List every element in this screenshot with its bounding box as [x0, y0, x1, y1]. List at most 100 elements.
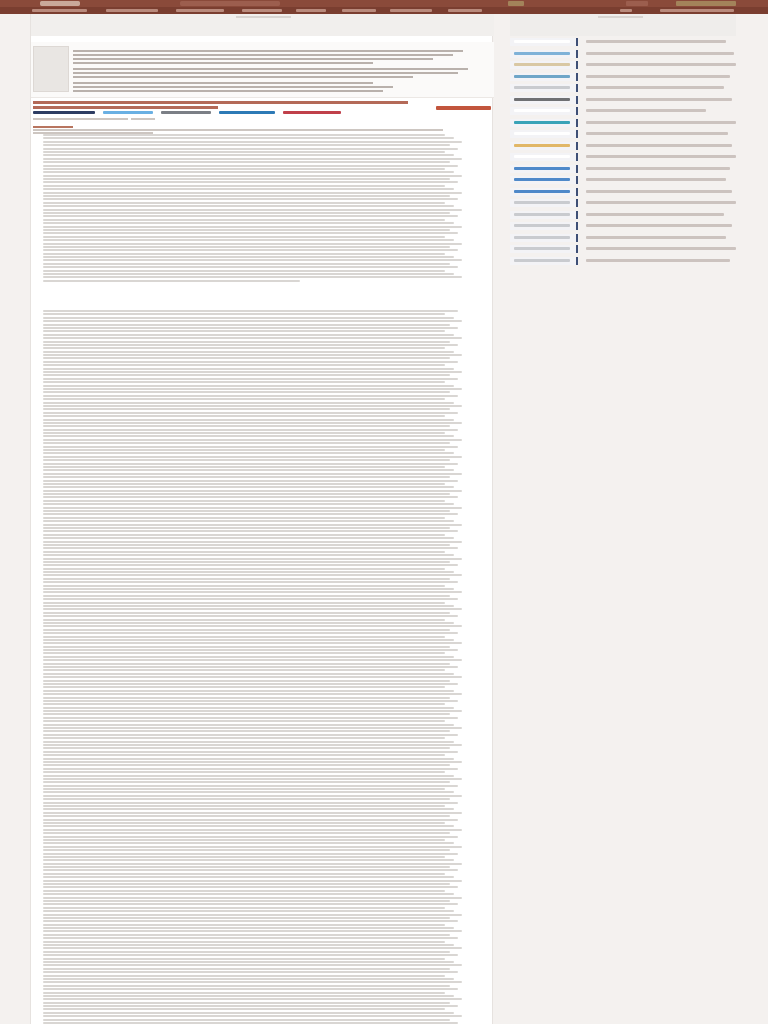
nav-item[interactable] — [296, 9, 326, 12]
nav-item[interactable] — [32, 9, 87, 12]
related-document-thumbnail[interactable] — [510, 199, 578, 207]
related-document-thumbnail[interactable] — [510, 38, 578, 46]
related-document-thumbnail[interactable] — [510, 233, 578, 242]
text-line — [43, 404, 463, 407]
related-document-thumbnail[interactable] — [510, 187, 578, 196]
related-document-thumbnail[interactable] — [510, 130, 578, 138]
related-document-thumbnail[interactable] — [510, 118, 578, 127]
related-document-item[interactable] — [510, 118, 736, 128]
related-document-thumbnail[interactable] — [510, 222, 578, 230]
related-document-title[interactable] — [586, 178, 726, 181]
related-document-title[interactable] — [586, 143, 732, 147]
related-document-title[interactable] — [586, 155, 736, 158]
related-document-title[interactable] — [586, 189, 732, 193]
related-document-thumbnail[interactable] — [510, 72, 578, 81]
related-document-thumbnail[interactable] — [510, 245, 578, 253]
ad-banner[interactable] — [31, 14, 494, 36]
download-button[interactable] — [436, 106, 491, 110]
text-line — [43, 1005, 459, 1008]
related-document-title[interactable] — [586, 120, 736, 124]
nav-item[interactable] — [342, 9, 376, 12]
text-line — [43, 601, 446, 604]
related-document-title[interactable] — [586, 109, 706, 112]
related-document-item[interactable] — [510, 84, 736, 93]
related-document-item[interactable] — [510, 199, 736, 208]
related-document-item[interactable] — [510, 141, 736, 151]
related-document-title[interactable] — [586, 247, 736, 250]
related-document-item[interactable] — [510, 164, 736, 174]
related-document-title[interactable] — [586, 166, 730, 170]
related-document-item[interactable] — [510, 95, 736, 105]
related-document-title[interactable] — [586, 40, 726, 43]
related-document-thumbnail[interactable] — [510, 153, 578, 161]
text-line — [43, 178, 450, 181]
related-document-title[interactable] — [586, 132, 728, 135]
related-document-thumbnail[interactable] — [510, 210, 578, 219]
search-input[interactable] — [180, 1, 280, 6]
related-document-item[interactable] — [510, 61, 736, 70]
related-document-title[interactable] — [586, 235, 726, 239]
related-document-title[interactable] — [586, 201, 736, 204]
related-document-item[interactable] — [510, 38, 736, 47]
text-line — [43, 628, 450, 631]
related-document-item[interactable] — [510, 187, 736, 197]
related-document-item[interactable] — [510, 49, 736, 59]
email-button[interactable] — [161, 111, 211, 114]
share-button[interactable] — [33, 111, 95, 114]
related-document-title[interactable] — [586, 86, 724, 89]
sidebar-ad[interactable] — [510, 14, 736, 36]
related-document-item[interactable] — [510, 245, 736, 254]
related-document-thumbnail[interactable] — [510, 256, 578, 265]
related-document-item[interactable] — [510, 153, 736, 162]
text-line — [43, 438, 463, 441]
text-line — [43, 547, 459, 550]
related-document-thumbnail[interactable] — [510, 176, 578, 184]
text-line — [43, 326, 459, 329]
site-logo[interactable] — [40, 1, 80, 6]
related-document-item[interactable] — [510, 72, 736, 82]
nav-item[interactable] — [390, 9, 432, 12]
nav-item[interactable] — [620, 9, 632, 12]
text-line — [43, 198, 459, 201]
related-document-item[interactable] — [510, 222, 736, 231]
related-document-item[interactable] — [510, 233, 736, 243]
upload-button[interactable] — [508, 1, 524, 6]
related-document-item[interactable] — [510, 176, 736, 185]
document-thumbnail[interactable] — [33, 46, 69, 92]
signup-button[interactable] — [676, 1, 736, 6]
document-text-body — [43, 134, 471, 1024]
related-document-title[interactable] — [586, 97, 732, 101]
related-document-title[interactable] — [586, 224, 732, 227]
nav-item[interactable] — [176, 9, 224, 12]
related-document-thumbnail[interactable] — [510, 164, 578, 173]
nav-item[interactable] — [448, 9, 482, 12]
related-document-title[interactable] — [586, 212, 724, 216]
related-document-title[interactable] — [586, 51, 734, 55]
related-document-item[interactable] — [510, 107, 736, 116]
related-document-title[interactable] — [586, 258, 730, 262]
related-document-title[interactable] — [586, 74, 730, 78]
related-document-item[interactable] — [510, 256, 736, 266]
linkedin-button[interactable] — [219, 111, 275, 114]
rating-stars[interactable] — [131, 118, 155, 120]
pinterest-button[interactable] — [283, 111, 341, 114]
related-document-thumbnail[interactable] — [510, 95, 578, 104]
related-document-item[interactable] — [510, 210, 736, 220]
text-line — [43, 269, 446, 272]
text-line — [43, 720, 446, 723]
text-line — [43, 1008, 446, 1011]
tweet-button[interactable] — [103, 111, 153, 114]
related-document-thumbnail[interactable] — [510, 84, 578, 92]
related-document-thumbnail[interactable] — [510, 141, 578, 150]
related-document-thumbnail[interactable] — [510, 107, 578, 115]
nav-item[interactable] — [660, 9, 734, 12]
related-document-title[interactable] — [586, 63, 736, 66]
related-document-thumbnail[interactable] — [510, 49, 578, 58]
related-document-thumbnail[interactable] — [510, 61, 578, 69]
nav-item[interactable] — [242, 9, 282, 12]
nav-item[interactable] — [106, 9, 158, 12]
text-line — [43, 632, 459, 635]
login-button[interactable] — [626, 1, 648, 6]
related-document-item[interactable] — [510, 130, 736, 139]
text-line — [43, 693, 463, 696]
